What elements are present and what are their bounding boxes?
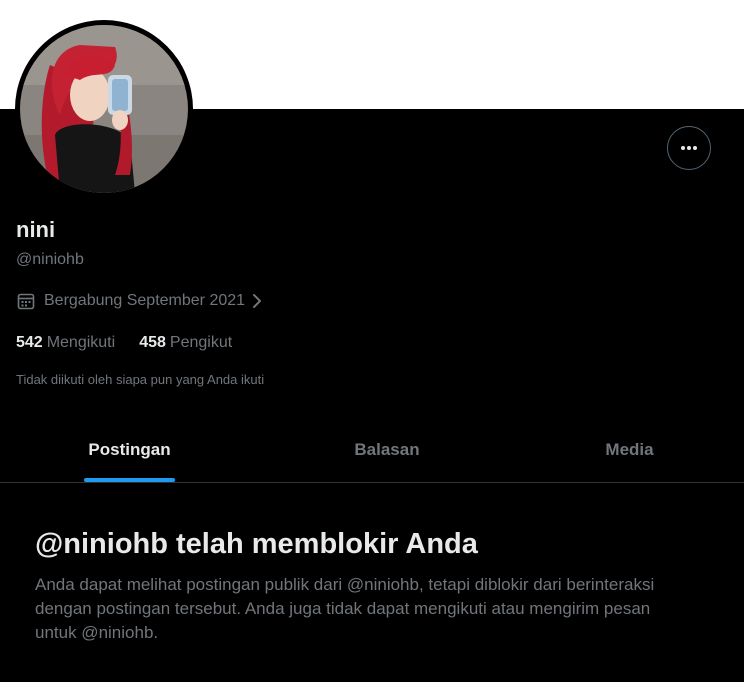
ellipsis-icon (681, 146, 697, 150)
tab-balasan-label: Balasan (354, 439, 420, 459)
tab-media[interactable]: Media (515, 417, 744, 482)
display-name: nini (16, 217, 56, 242)
tab-postingan-label: Postingan (88, 439, 171, 459)
tab-postingan[interactable]: Postingan (0, 417, 259, 482)
profile-tabs: Postingan Balasan Media (0, 417, 744, 483)
blocked-title: @niniohb telah memblokir Anda (35, 528, 478, 560)
follow-stats: 542 Mengikuti 458 Pengikut (16, 333, 256, 353)
calendar-icon (16, 291, 36, 311)
chevron-right-icon (251, 292, 263, 310)
followers-link[interactable]: 458 Pengikut (139, 333, 232, 353)
avatar-photo (20, 25, 188, 193)
more-options-button[interactable] (667, 126, 711, 170)
tab-media-label: Media (605, 439, 654, 459)
following-count: 542 (16, 334, 43, 351)
profile-page: nini @niniohb Bergabung September 2021 5… (0, 0, 751, 682)
user-handle: @niniohb (16, 251, 84, 268)
joined-date-text: Bergabung September 2021 (44, 292, 246, 309)
avatar[interactable] (20, 25, 188, 193)
scrollbar-track[interactable] (744, 0, 751, 682)
followed-by-note: Tidak diikuti oleh siapa pun yang Anda i… (16, 372, 265, 387)
following-label: Mengikuti (46, 334, 116, 351)
joined-date[interactable]: Bergabung September 2021 (16, 290, 263, 312)
tab-balasan[interactable]: Balasan (259, 417, 515, 482)
following-link[interactable]: 542 Mengikuti (16, 333, 115, 353)
active-tab-indicator (84, 478, 175, 482)
blocked-description: Anda dapat melihat postingan publik dari… (35, 575, 655, 642)
followers-count: 458 (139, 334, 166, 351)
followers-label: Pengikut (169, 334, 233, 351)
